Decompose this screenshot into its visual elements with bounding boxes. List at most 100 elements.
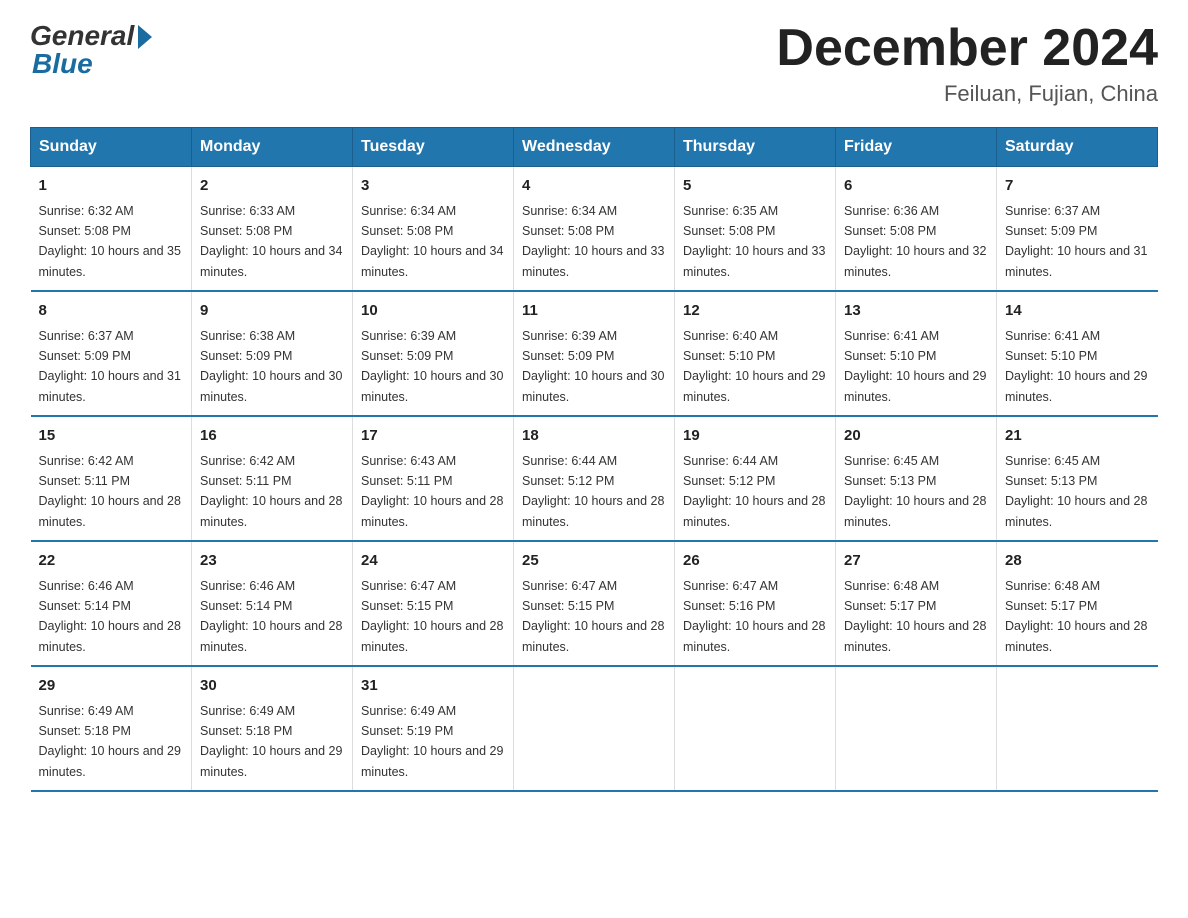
calendar-cell: 25 Sunrise: 6:47 AMSunset: 5:15 PMDaylig… [514, 541, 675, 666]
calendar-week-row: 1 Sunrise: 6:32 AMSunset: 5:08 PMDayligh… [31, 167, 1158, 292]
day-number: 20 [844, 425, 988, 448]
calendar-table: SundayMondayTuesdayWednesdayThursdayFrid… [30, 127, 1158, 792]
day-number: 17 [361, 425, 505, 448]
day-number: 16 [200, 425, 344, 448]
calendar-cell: 13 Sunrise: 6:41 AMSunset: 5:10 PMDaylig… [836, 291, 997, 416]
location-subtitle: Feiluan, Fujian, China [776, 81, 1158, 107]
day-number: 2 [200, 175, 344, 198]
calendar-cell: 17 Sunrise: 6:43 AMSunset: 5:11 PMDaylig… [353, 416, 514, 541]
day-number: 26 [683, 550, 827, 573]
day-number: 28 [1005, 550, 1150, 573]
day-number: 11 [522, 300, 666, 323]
day-info: Sunrise: 6:46 AMSunset: 5:14 PMDaylight:… [200, 579, 342, 654]
calendar-cell [514, 666, 675, 791]
calendar-cell [675, 666, 836, 791]
day-info: Sunrise: 6:38 AMSunset: 5:09 PMDaylight:… [200, 329, 342, 404]
calendar-week-row: 29 Sunrise: 6:49 AMSunset: 5:18 PMDaylig… [31, 666, 1158, 791]
day-info: Sunrise: 6:40 AMSunset: 5:10 PMDaylight:… [683, 329, 825, 404]
calendar-header-friday: Friday [836, 128, 997, 167]
day-info: Sunrise: 6:37 AMSunset: 5:09 PMDaylight:… [39, 329, 181, 404]
logo: General Blue [30, 20, 152, 80]
day-number: 12 [683, 300, 827, 323]
calendar-week-row: 22 Sunrise: 6:46 AMSunset: 5:14 PMDaylig… [31, 541, 1158, 666]
calendar-cell: 21 Sunrise: 6:45 AMSunset: 5:13 PMDaylig… [997, 416, 1158, 541]
day-info: Sunrise: 6:39 AMSunset: 5:09 PMDaylight:… [361, 329, 503, 404]
calendar-header-thursday: Thursday [675, 128, 836, 167]
day-info: Sunrise: 6:37 AMSunset: 5:09 PMDaylight:… [1005, 204, 1147, 279]
day-number: 13 [844, 300, 988, 323]
day-info: Sunrise: 6:41 AMSunset: 5:10 PMDaylight:… [1005, 329, 1147, 404]
calendar-cell: 11 Sunrise: 6:39 AMSunset: 5:09 PMDaylig… [514, 291, 675, 416]
day-info: Sunrise: 6:41 AMSunset: 5:10 PMDaylight:… [844, 329, 986, 404]
calendar-cell: 28 Sunrise: 6:48 AMSunset: 5:17 PMDaylig… [997, 541, 1158, 666]
day-info: Sunrise: 6:49 AMSunset: 5:18 PMDaylight:… [39, 704, 181, 779]
day-info: Sunrise: 6:47 AMSunset: 5:15 PMDaylight:… [522, 579, 664, 654]
day-number: 14 [1005, 300, 1150, 323]
day-number: 10 [361, 300, 505, 323]
calendar-cell: 1 Sunrise: 6:32 AMSunset: 5:08 PMDayligh… [31, 167, 192, 292]
day-number: 22 [39, 550, 184, 573]
calendar-cell: 14 Sunrise: 6:41 AMSunset: 5:10 PMDaylig… [997, 291, 1158, 416]
calendar-header-monday: Monday [192, 128, 353, 167]
day-number: 1 [39, 175, 184, 198]
day-number: 15 [39, 425, 184, 448]
day-info: Sunrise: 6:46 AMSunset: 5:14 PMDaylight:… [39, 579, 181, 654]
calendar-cell [997, 666, 1158, 791]
day-number: 30 [200, 675, 344, 698]
calendar-cell: 2 Sunrise: 6:33 AMSunset: 5:08 PMDayligh… [192, 167, 353, 292]
day-info: Sunrise: 6:49 AMSunset: 5:18 PMDaylight:… [200, 704, 342, 779]
day-info: Sunrise: 6:39 AMSunset: 5:09 PMDaylight:… [522, 329, 664, 404]
day-number: 31 [361, 675, 505, 698]
day-info: Sunrise: 6:35 AMSunset: 5:08 PMDaylight:… [683, 204, 825, 279]
logo-arrow-icon [138, 25, 152, 49]
calendar-header-wednesday: Wednesday [514, 128, 675, 167]
day-info: Sunrise: 6:43 AMSunset: 5:11 PMDaylight:… [361, 454, 503, 529]
day-number: 19 [683, 425, 827, 448]
day-number: 24 [361, 550, 505, 573]
day-info: Sunrise: 6:45 AMSunset: 5:13 PMDaylight:… [844, 454, 986, 529]
calendar-header-row: SundayMondayTuesdayWednesdayThursdayFrid… [31, 128, 1158, 167]
calendar-cell: 18 Sunrise: 6:44 AMSunset: 5:12 PMDaylig… [514, 416, 675, 541]
calendar-cell: 6 Sunrise: 6:36 AMSunset: 5:08 PMDayligh… [836, 167, 997, 292]
day-info: Sunrise: 6:45 AMSunset: 5:13 PMDaylight:… [1005, 454, 1147, 529]
day-info: Sunrise: 6:33 AMSunset: 5:08 PMDaylight:… [200, 204, 342, 279]
title-block: December 2024 Feiluan, Fujian, China [776, 20, 1158, 107]
day-number: 25 [522, 550, 666, 573]
calendar-cell: 16 Sunrise: 6:42 AMSunset: 5:11 PMDaylig… [192, 416, 353, 541]
day-number: 6 [844, 175, 988, 198]
day-number: 8 [39, 300, 184, 323]
day-info: Sunrise: 6:42 AMSunset: 5:11 PMDaylight:… [39, 454, 181, 529]
calendar-cell: 3 Sunrise: 6:34 AMSunset: 5:08 PMDayligh… [353, 167, 514, 292]
logo-blue-text: Blue [30, 48, 93, 80]
day-info: Sunrise: 6:44 AMSunset: 5:12 PMDaylight:… [683, 454, 825, 529]
day-info: Sunrise: 6:36 AMSunset: 5:08 PMDaylight:… [844, 204, 986, 279]
calendar-cell: 12 Sunrise: 6:40 AMSunset: 5:10 PMDaylig… [675, 291, 836, 416]
calendar-cell: 30 Sunrise: 6:49 AMSunset: 5:18 PMDaylig… [192, 666, 353, 791]
calendar-week-row: 8 Sunrise: 6:37 AMSunset: 5:09 PMDayligh… [31, 291, 1158, 416]
day-number: 18 [522, 425, 666, 448]
calendar-cell: 22 Sunrise: 6:46 AMSunset: 5:14 PMDaylig… [31, 541, 192, 666]
calendar-cell: 24 Sunrise: 6:47 AMSunset: 5:15 PMDaylig… [353, 541, 514, 666]
day-info: Sunrise: 6:47 AMSunset: 5:15 PMDaylight:… [361, 579, 503, 654]
month-title: December 2024 [776, 20, 1158, 77]
calendar-header-tuesday: Tuesday [353, 128, 514, 167]
calendar-cell: 7 Sunrise: 6:37 AMSunset: 5:09 PMDayligh… [997, 167, 1158, 292]
day-number: 27 [844, 550, 988, 573]
calendar-header-sunday: Sunday [31, 128, 192, 167]
day-number: 9 [200, 300, 344, 323]
day-number: 3 [361, 175, 505, 198]
page-header: General Blue December 2024 Feiluan, Fuji… [30, 20, 1158, 107]
calendar-cell: 4 Sunrise: 6:34 AMSunset: 5:08 PMDayligh… [514, 167, 675, 292]
day-number: 5 [683, 175, 827, 198]
calendar-cell: 27 Sunrise: 6:48 AMSunset: 5:17 PMDaylig… [836, 541, 997, 666]
day-info: Sunrise: 6:34 AMSunset: 5:08 PMDaylight:… [361, 204, 503, 279]
day-info: Sunrise: 6:34 AMSunset: 5:08 PMDaylight:… [522, 204, 664, 279]
calendar-cell: 31 Sunrise: 6:49 AMSunset: 5:19 PMDaylig… [353, 666, 514, 791]
calendar-cell [836, 666, 997, 791]
calendar-cell: 10 Sunrise: 6:39 AMSunset: 5:09 PMDaylig… [353, 291, 514, 416]
calendar-cell: 23 Sunrise: 6:46 AMSunset: 5:14 PMDaylig… [192, 541, 353, 666]
day-info: Sunrise: 6:48 AMSunset: 5:17 PMDaylight:… [844, 579, 986, 654]
calendar-cell: 5 Sunrise: 6:35 AMSunset: 5:08 PMDayligh… [675, 167, 836, 292]
day-number: 4 [522, 175, 666, 198]
calendar-cell: 9 Sunrise: 6:38 AMSunset: 5:09 PMDayligh… [192, 291, 353, 416]
